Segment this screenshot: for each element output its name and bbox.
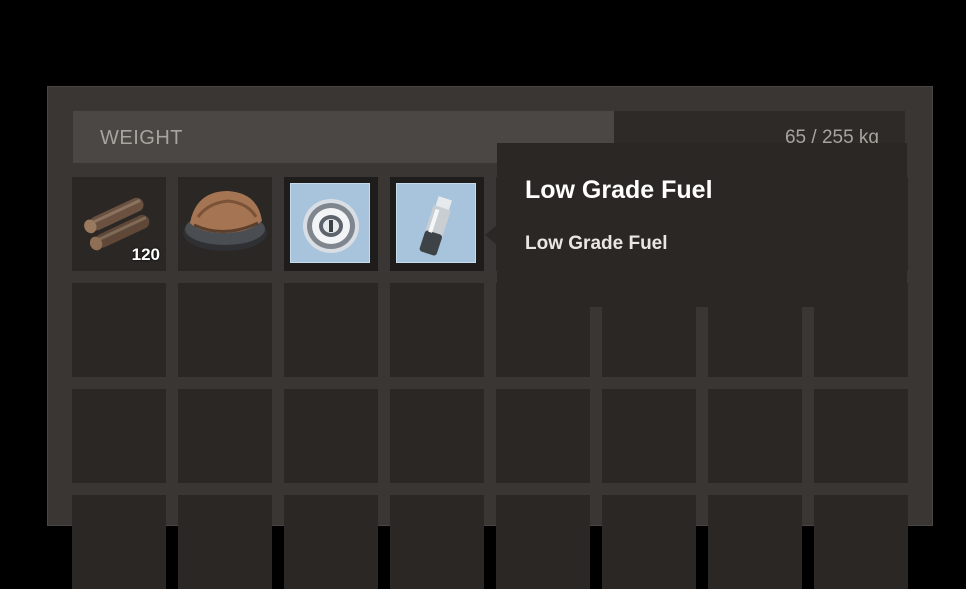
inventory-slot-hat[interactable] — [178, 177, 272, 271]
inventory-slot-wood[interactable]: 120 — [72, 177, 166, 271]
inventory-slot[interactable] — [390, 389, 484, 483]
inventory-slot[interactable] — [496, 495, 590, 589]
inventory-slot[interactable] — [708, 389, 802, 483]
inventory-slot[interactable] — [496, 389, 590, 483]
inventory-slot[interactable] — [814, 495, 908, 589]
item-quantity: 120 — [131, 245, 160, 264]
inventory-slot[interactable] — [390, 495, 484, 589]
inventory-slot[interactable] — [284, 495, 378, 589]
inventory-slot[interactable] — [178, 495, 272, 589]
inventory-slot[interactable] — [72, 389, 166, 483]
inventory-slot[interactable] — [284, 389, 378, 483]
inventory-slot-fuel[interactable] — [390, 177, 484, 271]
inventory-slot[interactable] — [602, 389, 696, 483]
weight-label: WEIGHT — [100, 127, 183, 149]
inventory-slot[interactable] — [178, 283, 272, 377]
item-tooltip: Low Grade Fuel Low Grade Fuel — [485, 143, 907, 307]
inventory-slot-valve[interactable] — [284, 177, 378, 271]
inventory-slot[interactable] — [708, 495, 802, 589]
inventory-slot[interactable] — [178, 389, 272, 483]
low-grade-fuel-icon — [419, 196, 453, 256]
inventory-slot[interactable] — [72, 495, 166, 589]
tooltip-description: Low Grade Fuel — [525, 233, 668, 254]
inventory-slot[interactable] — [602, 495, 696, 589]
inventory-slot[interactable] — [284, 283, 378, 377]
inventory-slot[interactable] — [72, 283, 166, 377]
leather-hat-icon — [183, 191, 267, 251]
tooltip-title: Low Grade Fuel — [525, 176, 713, 204]
metal-valve-icon — [303, 199, 359, 253]
inventory-slot[interactable] — [390, 283, 484, 377]
inventory-slot[interactable] — [814, 389, 908, 483]
